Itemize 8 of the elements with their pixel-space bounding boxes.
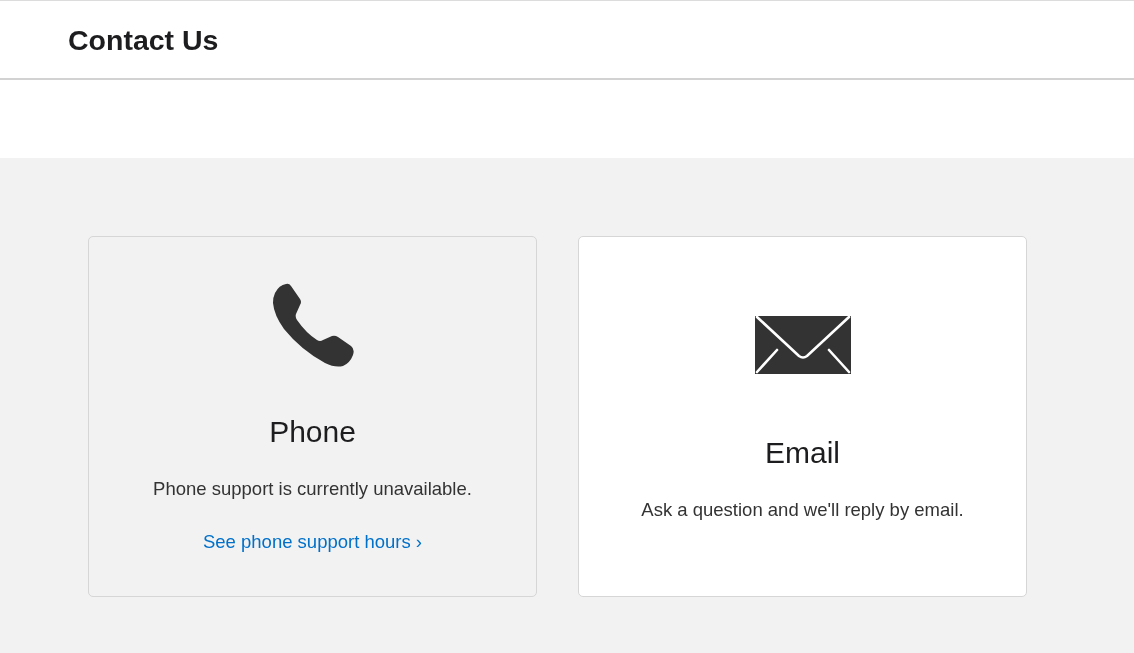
- envelope-icon: [754, 315, 851, 374]
- option-title: Email: [765, 434, 840, 471]
- page-title: Contact Us: [68, 22, 219, 58]
- phone-icon: [270, 283, 355, 367]
- option-title: Phone: [269, 414, 356, 450]
- contact-option-card[interactable]: Email Ask a question and we'll reply by email.: [578, 236, 1027, 597]
- option-description: Phone support is currently unavailable.: [153, 477, 472, 501]
- option-description: Ask a question and we'll reply by email.: [641, 497, 964, 522]
